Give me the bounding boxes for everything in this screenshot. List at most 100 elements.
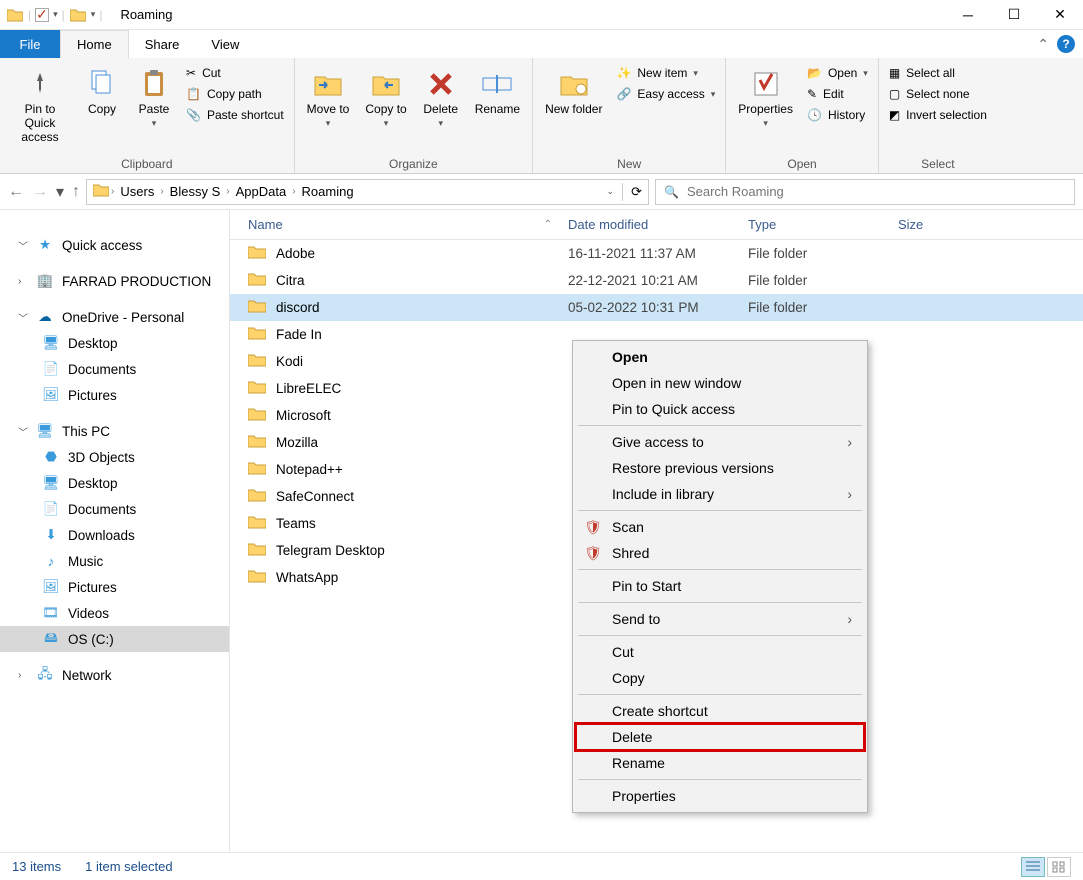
column-name[interactable]: Name⌃: [240, 217, 560, 232]
column-size[interactable]: Size: [890, 217, 990, 232]
table-row[interactable]: Adobe16-11-2021 11:37 AMFile folder: [230, 240, 1083, 267]
close-button[interactable]: ✕: [1037, 0, 1083, 30]
copy-to-button[interactable]: Copy to▾: [359, 62, 412, 134]
ctx-create-shortcut[interactable]: Create shortcut: [576, 698, 864, 724]
home-tab[interactable]: Home: [60, 30, 129, 58]
ctx-shred[interactable]: 🛡Shred: [576, 540, 864, 566]
pictures-icon: 🖼: [42, 578, 60, 596]
pin-to-quick-access-button[interactable]: Pin to Quick access: [6, 62, 74, 148]
sidebar-item-3dobjects[interactable]: ⬣3D Objects: [0, 444, 229, 470]
document-icon: 📄: [42, 360, 60, 378]
edit-button[interactable]: ✎Edit: [803, 85, 872, 103]
select-none-button[interactable]: ▢Select none: [885, 85, 991, 103]
maximize-button[interactable]: ☐: [991, 0, 1037, 30]
ctx-open[interactable]: Open: [576, 344, 864, 370]
chevron-right-icon[interactable]: ›: [226, 186, 229, 197]
icons-view-button[interactable]: [1047, 857, 1071, 877]
chevron-right-icon[interactable]: ›: [292, 186, 295, 197]
sidebar-item-music[interactable]: ♪Music: [0, 548, 229, 574]
paste-button[interactable]: Paste ▾: [130, 62, 178, 134]
ctx-give-access[interactable]: Give access to›: [576, 429, 864, 455]
shield-icon: 🛡: [584, 544, 602, 562]
nav-history-dropdown[interactable]: ▾: [56, 182, 64, 202]
qat-dropdown-icon[interactable]: ▾: [91, 9, 96, 20]
breadcrumb-item[interactable]: Blessy S: [166, 184, 225, 199]
ctx-rename[interactable]: Rename: [576, 750, 864, 776]
ctx-send-to[interactable]: Send to›: [576, 606, 864, 632]
sidebar-item-pictures[interactable]: 🖼Pictures: [0, 574, 229, 600]
new-folder-button[interactable]: New folder: [539, 62, 608, 120]
copy-path-button[interactable]: 📋Copy path: [182, 85, 288, 103]
invert-selection-button[interactable]: ◩Invert selection: [885, 106, 991, 124]
sidebar-onedrive[interactable]: ﹀☁OneDrive - Personal: [0, 304, 229, 330]
paste-label: Paste: [139, 102, 170, 116]
sidebar-quick-access[interactable]: ﹀★Quick access: [0, 232, 229, 258]
qat-checkbox-icon[interactable]: [35, 8, 49, 22]
nav-forward-button[interactable]: →: [32, 183, 48, 201]
sidebar-item-videos[interactable]: 🎞Videos: [0, 600, 229, 626]
delete-button[interactable]: Delete▾: [417, 62, 465, 134]
chevron-right-icon[interactable]: ›: [111, 186, 114, 197]
ctx-pin-start[interactable]: Pin to Start: [576, 573, 864, 599]
qat-dropdown-icon[interactable]: ▾: [53, 9, 58, 20]
column-date[interactable]: Date modified: [560, 217, 740, 232]
open-button[interactable]: 📂Open ▾: [803, 64, 872, 82]
delete-label: Delete: [423, 102, 458, 116]
history-button[interactable]: 🕓History: [803, 106, 872, 124]
folder-icon: [248, 488, 266, 505]
view-tab[interactable]: View: [195, 30, 255, 58]
breadcrumb-item[interactable]: Users: [116, 184, 158, 199]
collapse-ribbon-icon[interactable]: ⌃: [1037, 36, 1049, 53]
ctx-delete[interactable]: Delete: [576, 724, 864, 750]
paste-shortcut-button[interactable]: 📎Paste shortcut: [182, 106, 288, 124]
path-icon: 📋: [186, 87, 201, 101]
ctx-cut[interactable]: Cut: [576, 639, 864, 665]
qat-folder-icon[interactable]: [69, 6, 87, 24]
column-type[interactable]: Type: [740, 217, 890, 232]
ctx-separator: [578, 694, 862, 695]
ctx-include-library[interactable]: Include in library›: [576, 481, 864, 507]
ctx-restore-versions[interactable]: Restore previous versions: [576, 455, 864, 481]
nav-up-button[interactable]: ↑: [72, 183, 80, 201]
move-to-button[interactable]: Move to▾: [301, 62, 356, 134]
ctx-open-new-window[interactable]: Open in new window: [576, 370, 864, 396]
file-name: discord: [276, 300, 320, 315]
rename-button[interactable]: Rename: [469, 62, 526, 120]
ctx-scan[interactable]: 🛡Scan: [576, 514, 864, 540]
sidebar-this-pc[interactable]: ﹀🖥This PC: [0, 418, 229, 444]
nav-back-button[interactable]: ←: [8, 183, 24, 201]
refresh-button[interactable]: ⟳: [631, 184, 642, 200]
copy-button[interactable]: Copy: [78, 62, 126, 120]
chevron-right-icon[interactable]: ›: [160, 186, 163, 197]
details-view-button[interactable]: [1021, 857, 1045, 877]
breadcrumb-bar[interactable]: › Users › Blessy S › AppData › Roaming ⌄…: [86, 179, 649, 205]
select-all-button[interactable]: ▦Select all: [885, 64, 991, 82]
cut-button[interactable]: ✂Cut: [182, 64, 288, 82]
ctx-properties[interactable]: Properties: [576, 783, 864, 809]
table-row[interactable]: discord05-02-2022 10:31 PMFile folder: [230, 294, 1083, 321]
sidebar-item-desktop[interactable]: 🖥Desktop: [0, 330, 229, 356]
file-tab[interactable]: File: [0, 30, 60, 58]
easy-access-button[interactable]: 🔗Easy access ▾: [612, 85, 719, 103]
sidebar-item-documents[interactable]: 📄Documents: [0, 356, 229, 382]
sidebar-item-os-c[interactable]: 🖴OS (C:): [0, 626, 229, 652]
new-item-button[interactable]: ✨New item ▾: [612, 64, 719, 82]
search-box[interactable]: 🔍: [655, 179, 1075, 205]
share-tab[interactable]: Share: [129, 30, 196, 58]
help-icon[interactable]: ?: [1057, 35, 1075, 53]
sidebar-item-desktop[interactable]: 🖥Desktop: [0, 470, 229, 496]
minimize-button[interactable]: ─: [945, 0, 991, 30]
sidebar-item-pictures[interactable]: 🖼Pictures: [0, 382, 229, 408]
sidebar-item-documents[interactable]: 📄Documents: [0, 496, 229, 522]
address-dropdown-icon[interactable]: ⌄: [607, 186, 615, 197]
sidebar-item-downloads[interactable]: ⬇Downloads: [0, 522, 229, 548]
search-input[interactable]: [687, 184, 1066, 199]
properties-button[interactable]: Properties▾: [732, 62, 799, 134]
sidebar-network[interactable]: ›🖧Network: [0, 662, 229, 688]
breadcrumb-item[interactable]: AppData: [232, 184, 291, 199]
table-row[interactable]: Citra22-12-2021 10:21 AMFile folder: [230, 267, 1083, 294]
ctx-copy[interactable]: Copy: [576, 665, 864, 691]
ctx-pin-quick-access[interactable]: Pin to Quick access: [576, 396, 864, 422]
sidebar-farrad[interactable]: ›🏢FARRAD PRODUCTION: [0, 268, 229, 294]
breadcrumb-item[interactable]: Roaming: [298, 184, 358, 199]
